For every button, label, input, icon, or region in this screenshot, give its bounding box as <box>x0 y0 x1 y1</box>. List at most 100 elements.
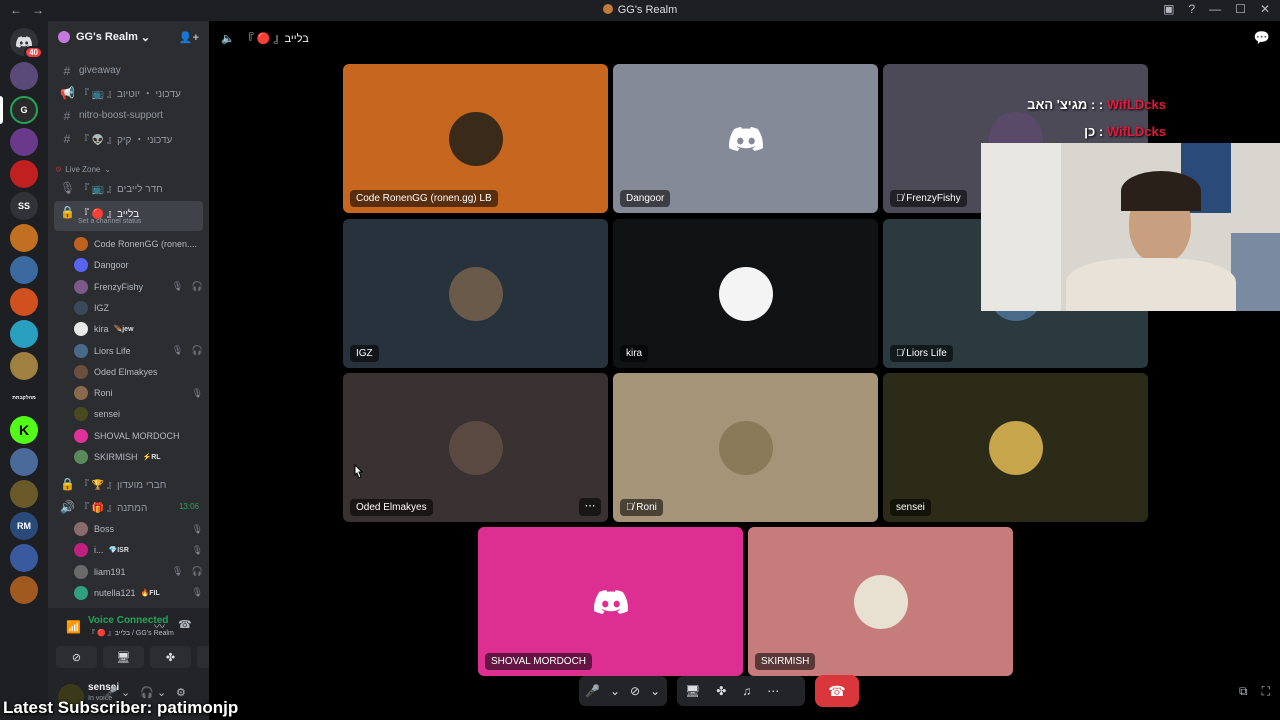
voice-member[interactable]: Oded Elmakyes <box>74 362 224 382</box>
server-icon[interactable] <box>10 544 38 572</box>
server-icon[interactable] <box>10 224 38 252</box>
muted-mic-icon: 🎙̸ <box>896 348 907 359</box>
server-icon-ss[interactable]: SS <box>10 192 38 220</box>
channel-club-members[interactable]: 🔒 『 🏆 』חברי מועדון <box>54 473 203 494</box>
minimize-icon[interactable]: — <box>1209 2 1221 16</box>
channel-status-hint[interactable]: Set a channel status <box>78 218 141 225</box>
fullscreen-icon[interactable]: ⛶ <box>1262 684 1270 699</box>
maximize-icon[interactable]: ☐ <box>1235 2 1246 16</box>
camera-off-icon[interactable]: ⊘ <box>630 684 640 698</box>
webcam-person-hair <box>1121 171 1201 211</box>
member-name: sensei <box>94 409 121 420</box>
participant-tile[interactable]: 🎙̸ Roni <box>613 373 878 522</box>
activities-icon[interactable]: ✤ <box>716 684 726 698</box>
chevron-down-icon[interactable]: ⌄ <box>650 684 660 698</box>
participant-tile[interactable]: Code RonenGG (ronen.gg) LB <box>343 64 608 213</box>
server-icon[interactable] <box>10 576 38 604</box>
help-icon[interactable]: ? <box>1188 2 1195 16</box>
server-icon-text[interactable]: מהלקבתת <box>10 384 38 412</box>
screen-share-button[interactable]: 🖥 <box>103 646 144 668</box>
screen-share-icon[interactable]: 🖥 <box>685 684 700 698</box>
channel-live-waiting-room[interactable]: 🎙 『 📺 』חדר לייבים <box>54 177 203 198</box>
signal-strength-icon[interactable]: 📶 <box>66 620 81 634</box>
voice-member[interactable]: FrenzyFishy 🎙 🎧 <box>74 277 224 297</box>
server-icon[interactable] <box>10 352 38 380</box>
channel-kick-updates[interactable]: # 『 👽 』עדכוני ・ קיק <box>54 128 203 149</box>
voice-member[interactable]: SKIRMISH ⚡RL <box>74 447 224 467</box>
noise-suppression-icon[interactable]: 〰 <box>154 618 165 634</box>
voice-member[interactable]: kira 🪶jew <box>74 319 224 339</box>
invite-people-icon[interactable]: 👤+ <box>179 31 199 44</box>
channel-youtube-updates[interactable]: 📢 『 📺 』עדכוני ・ יוטיוב <box>54 82 203 103</box>
participant-tile[interactable]: sensei <box>883 373 1148 522</box>
voice-member[interactable]: nutella121 🔥FIL 🎙 <box>74 583 224 603</box>
channel-nitro-boost-support[interactable]: # nitro-boost-support <box>54 105 203 126</box>
avatar <box>74 364 88 379</box>
voice-member[interactable]: Roni 🎙 <box>74 383 224 403</box>
voice-member[interactable]: IGZ <box>74 298 224 318</box>
call-controls: 🎤 ⌄ ⊘ ⌄ 🖥 ✤ ♫ ⋯ ☎ ⧉ ⛶ <box>209 672 1280 708</box>
participant-tile[interactable]: SHOVAL MORDOCH <box>478 527 743 676</box>
server-icon-rm[interactable]: RM <box>10 512 38 540</box>
server-icon[interactable] <box>10 128 38 156</box>
server-header[interactable]: GG's Realm ⌄ 👤+ <box>48 21 209 53</box>
server-icon-kick[interactable]: K <box>10 416 38 444</box>
megaphone-icon: 📢 <box>60 85 75 100</box>
member-name: liam191 <box>94 566 126 577</box>
channel-giveaway[interactable]: # giveaway <box>54 60 203 81</box>
voice-member[interactable]: Boss 🎙 <box>74 519 224 539</box>
voice-member[interactable]: Liors Life 🎙 🎧 <box>74 341 224 361</box>
channel-name: 『 🔴 』בלייב <box>242 33 309 45</box>
selected-server-pill <box>0 96 3 124</box>
member-name: IGZ <box>94 302 109 313</box>
server-icon[interactable] <box>10 480 38 508</box>
server-icon[interactable] <box>10 160 38 188</box>
voice-member[interactable]: SHOVAL MORDOCH <box>74 426 224 446</box>
participant-tile[interactable]: Dangoor <box>613 64 878 213</box>
server-icon[interactable] <box>10 320 38 348</box>
participant-tile[interactable]: IGZ <box>343 219 608 368</box>
member-name: nutella121 <box>94 587 136 598</box>
chevron-down-icon[interactable]: ⌄ <box>610 684 620 698</box>
more-options-button[interactable]: ⋯ <box>579 498 601 516</box>
direct-messages-button[interactable]: 40 <box>10 28 43 59</box>
server-icon[interactable] <box>10 288 38 316</box>
server-icon[interactable] <box>10 448 38 476</box>
avatar <box>74 300 88 315</box>
leave-call-button[interactable]: ☎ <box>815 675 859 707</box>
participant-tile[interactable]: SKIRMISH <box>748 527 1013 676</box>
member-tag: ⚡RL <box>142 454 161 461</box>
chevron-down-icon: ⌄ <box>140 31 151 44</box>
discord-logo-icon <box>728 126 763 151</box>
camera-off-button[interactable]: ⊘ <box>56 646 97 668</box>
voice-member[interactable]: liam191 🎙 🎧 <box>74 562 224 582</box>
category-live-zone[interactable]: ⦸ Live Zone ⌄ <box>56 164 111 174</box>
activities-button[interactable]: ✤ <box>150 646 191 668</box>
voice-member[interactable]: sensei <box>74 404 224 424</box>
soundboard-icon[interactable]: ♫ <box>742 684 751 698</box>
webcam-wall <box>981 143 1061 311</box>
pop-out-icon[interactable]: ⧉ <box>1239 684 1248 699</box>
member-status-icons: 🎙 🎧 <box>171 566 206 577</box>
inbox-icon[interactable]: ▣ <box>1163 2 1174 16</box>
disconnect-icon[interactable]: ☎ <box>178 618 192 631</box>
avatar <box>448 266 503 321</box>
channel-gift[interactable]: 🔊 『 🎁 』המתנה 13:06 <box>54 496 203 517</box>
channel-live-active[interactable]: 🔒 『 🔴 』בלייב Set a channel status <box>54 201 203 231</box>
voice-member[interactable]: i... 💎ISR 🎙 <box>74 540 224 560</box>
voice-member[interactable]: Code RonenGG (ronen.... <box>74 234 224 254</box>
member-name: SKIRMISH <box>94 452 138 462</box>
microphone-icon[interactable]: 🎤 <box>585 684 600 698</box>
muted-mic-icon: 🎙̸ <box>896 193 907 204</box>
voice-member[interactable]: Dangoor <box>74 255 224 275</box>
server-icon[interactable] <box>10 62 38 90</box>
more-options-icon[interactable]: ⋯ <box>767 684 779 698</box>
webcam-person-shirt <box>1066 258 1236 311</box>
participant-tile[interactable]: Oded Elmakyes ⋯ <box>343 373 608 522</box>
avatar <box>74 386 88 401</box>
close-icon[interactable]: ✕ <box>1260 2 1270 16</box>
chat-bubble-icon[interactable]: 💬 <box>1254 30 1270 46</box>
server-icon[interactable] <box>10 256 38 284</box>
server-icon-ggs-realm[interactable]: G <box>10 96 38 124</box>
participant-tile[interactable]: kira <box>613 219 878 368</box>
